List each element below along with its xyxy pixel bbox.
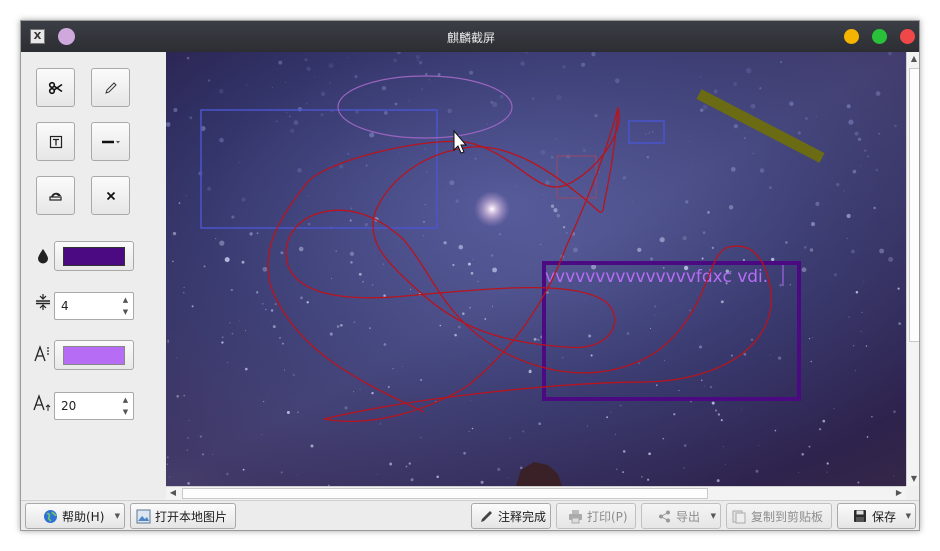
save-button[interactable]: 保存 ▼ <box>837 503 916 529</box>
text-box-icon <box>49 135 62 148</box>
maximize-button[interactable] <box>872 29 887 44</box>
help-button[interactable]: 帮助(H) ▼ <box>25 503 125 529</box>
stroke-width-up-button[interactable]: ▲ <box>119 294 132 306</box>
undo-icon <box>48 192 62 201</box>
print-button[interactable]: 打印(P) <box>556 503 636 529</box>
scroll-down-arrow-icon[interactable]: ▼ <box>907 472 919 486</box>
clear-tool-button[interactable] <box>91 176 130 215</box>
export-button[interactable]: 导出 ▼ <box>641 503 721 529</box>
share-icon <box>656 508 672 524</box>
help-dropdown-icon: ▼ <box>114 512 120 520</box>
globe-icon <box>42 508 58 524</box>
save-label: 保存 <box>872 509 897 524</box>
horizontal-scrollbar[interactable]: ◀ ▶ <box>166 486 906 500</box>
font-size-down-button[interactable]: ▼ <box>119 406 132 418</box>
bottom-toolbar: 帮助(H) ▼ 打开本地图片 注释完成 打印(P) 导出 ▼ 复制到剪贴板 保存… <box>21 500 919 530</box>
printer-icon <box>567 508 583 524</box>
stroke-width-spinbox[interactable]: 4 ▲ ▼ <box>54 292 134 320</box>
scroll-up-arrow-icon[interactable]: ▲ <box>907 52 919 66</box>
copy-to-clipboard-label: 复制到剪贴板 <box>751 509 824 524</box>
ink-drop-icon <box>33 246 53 266</box>
close-icon <box>106 191 115 200</box>
floppy-disk-icon <box>852 508 868 524</box>
image-file-icon <box>135 508 151 524</box>
print-label: 打印(P) <box>587 509 628 524</box>
font-color-button[interactable] <box>54 340 134 370</box>
copy-to-clipboard-button[interactable]: 复制到剪贴板 <box>726 503 832 529</box>
font-size-icon <box>33 393 53 413</box>
line-style-button[interactable] <box>91 122 130 161</box>
cut-tool-button[interactable] <box>36 68 75 107</box>
font-size-up-button[interactable]: ▲ <box>119 394 132 406</box>
font-size-spinbox[interactable]: 20 ▲ ▼ <box>54 392 134 420</box>
line-width-icon <box>33 292 53 312</box>
pen-icon <box>478 508 494 524</box>
save-dropdown-icon: ▼ <box>905 512 911 520</box>
stroke-color-swatch <box>63 247 125 266</box>
pencil-icon <box>104 81 117 94</box>
scroll-right-arrow-icon[interactable]: ▶ <box>892 486 906 500</box>
minimize-button[interactable] <box>844 29 859 44</box>
window-title: 麒麟截屏 <box>446 31 495 45</box>
open-local-image-label: 打开本地图片 <box>155 509 228 524</box>
open-local-image-button[interactable]: 打开本地图片 <box>130 503 236 529</box>
font-color-swatch <box>63 346 125 365</box>
scissors-icon <box>48 81 62 94</box>
help-label: 帮助(H) <box>62 509 105 524</box>
title-bar: X 麒麟截屏 <box>21 21 919 52</box>
close-button[interactable] <box>900 29 915 44</box>
undo-tool-button[interactable] <box>36 176 75 215</box>
glowing-star <box>474 191 510 227</box>
annotation-done-label: 注释完成 <box>498 509 547 524</box>
font-color-icon <box>33 344 53 364</box>
font-size-value: 20 <box>61 399 77 413</box>
screenshot-window: X 麒麟截屏 4 ▲ ▼ 20 ▲ ▼ vvvvvvvvvvvvvvvfdxc … <box>20 20 920 531</box>
text-tool-button[interactable] <box>36 122 75 161</box>
annotation-text[interactable]: vvvvvvvvvvvvvvvfdxc vdi. <box>545 267 768 287</box>
stroke-width-down-button[interactable]: ▼ <box>119 306 132 318</box>
export-dropdown-icon: ▼ <box>710 512 716 520</box>
annotation-done-button[interactable]: 注释完成 <box>471 503 551 529</box>
horizontal-scroll-thumb[interactable] <box>182 488 708 499</box>
pencil-tool-button[interactable] <box>91 68 130 107</box>
line-dropdown-icon <box>101 140 120 143</box>
stroke-color-button[interactable] <box>54 241 134 271</box>
clipboard-icon <box>731 508 747 524</box>
screenshot-canvas[interactable]: vvvvvvvvvvvvvvvfdxc vdi. <box>166 52 906 486</box>
scroll-left-arrow-icon[interactable]: ◀ <box>166 486 180 500</box>
stroke-width-value: 4 <box>61 299 69 313</box>
tool-panel: 4 ▲ ▼ 20 ▲ ▼ <box>21 52 166 499</box>
vertical-scrollbar[interactable]: ▲ ▼ <box>906 52 919 486</box>
export-label: 导出 <box>676 509 701 524</box>
vertical-scroll-thumb[interactable] <box>909 68 919 342</box>
